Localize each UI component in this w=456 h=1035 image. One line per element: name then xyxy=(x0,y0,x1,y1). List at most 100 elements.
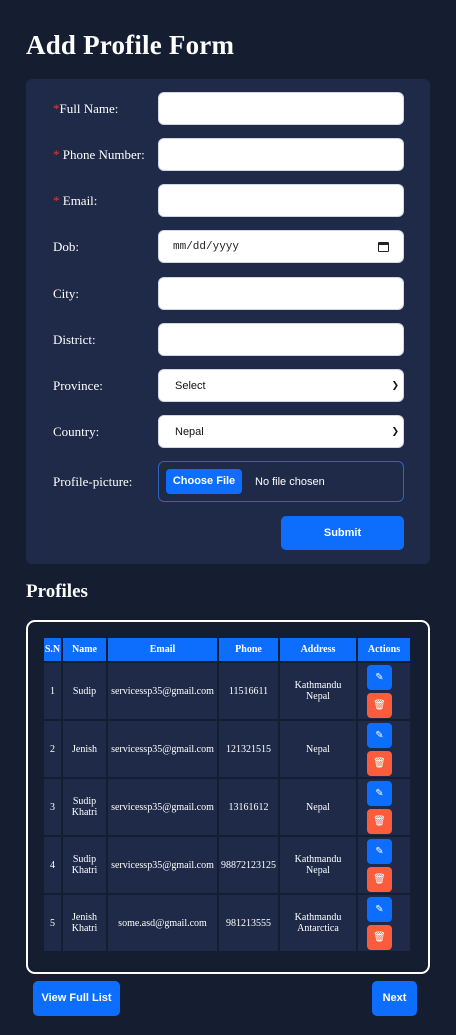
dob-placeholder: mm/dd/yyyy xyxy=(173,240,240,253)
cell-name: Jenish xyxy=(63,721,106,777)
header-actions: Actions xyxy=(358,638,410,661)
full-name-input[interactable] xyxy=(158,92,404,125)
cell-address: Kathmandu Nepal xyxy=(280,663,356,719)
phone-number-label: * Phone Number: xyxy=(53,146,145,162)
next-button[interactable]: Next xyxy=(372,981,417,1016)
edit-button[interactable]: ✎ xyxy=(367,664,392,690)
cell-name: Sudip Khatri xyxy=(63,837,106,893)
email-input[interactable] xyxy=(158,184,404,217)
profile-picture-input[interactable]: Choose File No file chosen xyxy=(158,461,404,502)
province-selected: Select xyxy=(175,379,206,392)
cell-actions: ✎ 🗑 xyxy=(358,837,410,893)
cell-actions: ✎ 🗑 xyxy=(358,663,410,719)
trash-icon: 🗑 xyxy=(373,699,386,711)
table-row: 4 Sudip Khatri servicessp35@gmail.com 98872… xyxy=(44,837,410,893)
address-line: Kathmandu xyxy=(294,680,342,691)
delete-button[interactable]: 🗑 xyxy=(367,692,392,718)
table-row: 3 Sudip Khatri servicessp35@gmail.com 13161… xyxy=(44,779,410,835)
address-line: Nepal xyxy=(306,743,330,755)
dob-label: Dob: xyxy=(53,238,79,254)
cell-email: servicessp35@gmail.com xyxy=(108,837,217,893)
city-label: City: xyxy=(53,285,80,301)
edit-icon: ✎ xyxy=(375,671,384,683)
table-header-row: S.N Name Email Phone Address Actions xyxy=(44,638,410,661)
profiles-title: Profiles xyxy=(26,581,88,602)
cell-address: Kathmandu Nepal xyxy=(280,837,356,893)
profile-picture-label: Profile-picture: xyxy=(53,473,133,489)
header-address: Address xyxy=(280,638,356,661)
cell-phone: 13161612 xyxy=(219,779,278,835)
cell-email: some.asd@gmail.com xyxy=(108,895,217,951)
address-line: Nepal xyxy=(306,865,330,876)
trash-icon: 🗑 xyxy=(373,815,386,827)
form-row-district: District: xyxy=(26,323,430,356)
cell-sn: 4 xyxy=(44,837,61,893)
page-title: Add Profile Form xyxy=(26,30,235,60)
delete-button[interactable]: 🗑 xyxy=(367,924,392,950)
delete-button[interactable]: 🗑 xyxy=(367,750,392,776)
phone-number-input[interactable] xyxy=(158,138,404,171)
cell-sn: 2 xyxy=(44,721,61,777)
cell-phone: 98872123125 xyxy=(219,837,278,893)
cell-address: Nepal xyxy=(280,721,356,777)
cell-email: servicessp35@gmail.com xyxy=(108,663,217,719)
address-line: Antarctica xyxy=(297,923,339,934)
email-label: * Email: xyxy=(53,192,98,208)
delete-button[interactable]: 🗑 xyxy=(367,808,392,834)
cell-sn: 5 xyxy=(44,895,61,951)
submit-button[interactable]: Submit xyxy=(281,516,404,550)
edit-icon: ✎ xyxy=(375,787,384,799)
cell-phone: 121321515 xyxy=(219,721,278,777)
edit-button[interactable]: ✎ xyxy=(367,896,392,922)
profile-form: *Full Name: * Phone Number: * Email: Dob… xyxy=(26,79,430,564)
district-input[interactable] xyxy=(158,323,404,356)
table-row: 2 Jenish servicessp35@gmail.com 121321515 Ne… xyxy=(44,721,410,777)
dob-input[interactable]: mm/dd/yyyy xyxy=(158,230,404,263)
address-line: Kathmandu xyxy=(294,912,342,923)
city-input[interactable] xyxy=(158,277,404,310)
cell-actions: ✎ 🗑 xyxy=(358,779,410,835)
cell-phone: 981213555 xyxy=(219,895,278,951)
header-email: Email xyxy=(108,638,217,661)
delete-button[interactable]: 🗑 xyxy=(367,866,392,892)
cell-email: servicessp35@gmail.com xyxy=(108,779,217,835)
form-row-country: Country: Nepal ❯ xyxy=(26,415,430,448)
chevron-down-icon: ❯ xyxy=(391,380,399,391)
form-row-phone-number: * Phone Number: xyxy=(26,138,430,171)
form-row-dob: Dob: mm/dd/yyyy xyxy=(26,230,430,263)
province-select[interactable]: Select ❯ xyxy=(158,369,404,402)
view-full-list-button[interactable]: View Full List xyxy=(33,981,120,1016)
cell-name: Sudip Khatri xyxy=(63,779,106,835)
row-actions: ✎ 🗑 xyxy=(359,896,409,950)
form-row-province: Province: Select ❯ xyxy=(26,369,430,402)
table-row: 5 Jenish Khatri some.asd@gmail.com 98121355… xyxy=(44,895,410,951)
edit-button[interactable]: ✎ xyxy=(367,838,392,864)
cell-address: Kathmandu Antarctica xyxy=(280,895,356,951)
cell-sn: 1 xyxy=(44,663,61,719)
cell-phone: 11516611 xyxy=(219,663,278,719)
cell-actions: ✎ 🗑 xyxy=(358,721,410,777)
edit-button[interactable]: ✎ xyxy=(367,780,392,806)
row-actions: ✎ 🗑 xyxy=(359,780,409,834)
address-line: Nepal xyxy=(306,801,330,813)
cell-name: Sudip xyxy=(63,663,106,719)
file-status: No file chosen xyxy=(255,475,325,488)
form-row-email: * Email: xyxy=(26,184,430,217)
chevron-down-icon: ❯ xyxy=(391,426,399,437)
header-sn: S.N xyxy=(44,638,61,661)
edit-button[interactable]: ✎ xyxy=(367,722,392,748)
district-label: District: xyxy=(53,331,96,347)
profiles-table: S.N Name Email Phone Address Actions 1 Su… xyxy=(42,636,412,953)
country-label: Country: xyxy=(53,423,100,439)
form-row-profile-picture: Profile-picture: Choose File No file cho… xyxy=(26,461,430,502)
country-select[interactable]: Nepal ❯ xyxy=(158,415,404,448)
row-actions: ✎ 🗑 xyxy=(359,722,409,776)
cell-sn: 3 xyxy=(44,779,61,835)
calendar-icon[interactable] xyxy=(378,241,389,252)
form-row-city: City: xyxy=(26,277,430,310)
row-actions: ✎ 🗑 xyxy=(359,838,409,892)
edit-icon: ✎ xyxy=(375,903,384,915)
trash-icon: 🗑 xyxy=(373,931,386,943)
cell-actions: ✎ 🗑 xyxy=(358,895,410,951)
choose-file-button[interactable]: Choose File xyxy=(166,469,242,494)
